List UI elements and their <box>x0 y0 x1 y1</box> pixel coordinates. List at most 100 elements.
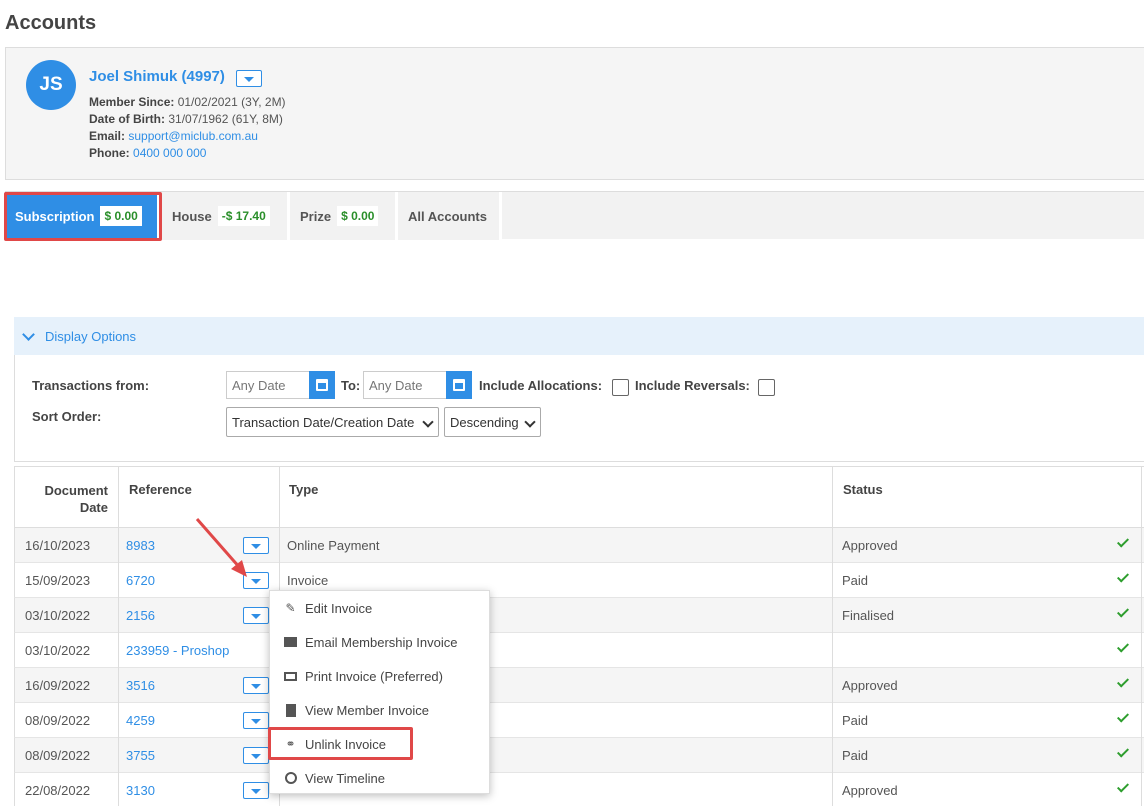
menu-item-view-timeline[interactable]: View Timeline <box>270 761 489 795</box>
tab-subscription[interactable]: Subscription $ 0.00 <box>5 192 160 240</box>
phone-link[interactable]: 0400 000 000 <box>133 146 206 160</box>
table-row: 16/09/2022 3516 Approved <box>14 668 1144 703</box>
member-name-link[interactable]: Joel Shimuk (4997) <box>89 68 225 85</box>
menu-item-edit-invoice[interactable]: ✎ Edit Invoice <box>270 591 489 625</box>
dob-line: Date of Birth: 31/07/1962 (61Y, 8M) <box>89 112 283 126</box>
check-icon <box>1116 745 1130 758</box>
row-actions-dropdown[interactable] <box>243 677 269 694</box>
chevron-down-icon <box>251 788 261 794</box>
chevron-down-icon <box>22 327 35 341</box>
envelope-icon <box>284 636 297 648</box>
member-card: JS Joel Shimuk (4997) Member Since: 01/0… <box>5 47 1144 180</box>
calendar-icon <box>316 379 328 391</box>
row-actions-dropdown[interactable] <box>243 712 269 729</box>
table-row: 03/10/2022 233959 - Proshop <box>14 633 1144 668</box>
row-reference-link[interactable]: 3516 <box>126 668 155 703</box>
chevron-down-icon <box>251 718 261 724</box>
tab-prize[interactable]: Prize $ 0.00 <box>290 192 398 240</box>
row-document-date: 15/09/2023 <box>25 573 91 588</box>
row-reference-link[interactable]: 233959 - Proshop <box>126 633 229 668</box>
table-body: 16/10/2023 8983 Online Payment Approved 15/0… <box>14 528 1144 806</box>
column-header-reference[interactable]: Reference <box>119 467 280 529</box>
row-type: Online Payment <box>287 538 380 553</box>
table-row: 16/10/2023 8983 Online Payment Approved <box>14 528 1144 563</box>
clock-icon <box>284 772 297 784</box>
column-header-type[interactable]: Type <box>280 467 833 529</box>
check-icon <box>1116 570 1130 583</box>
menu-item-print-invoice[interactable]: Print Invoice (Preferred) <box>270 659 489 693</box>
check-icon <box>1116 675 1130 688</box>
check-icon <box>1116 640 1130 653</box>
column-header-status[interactable]: Status <box>833 467 1142 529</box>
menu-item-view-member-invoice[interactable]: View Member Invoice <box>270 693 489 727</box>
table-row: 22/08/2022 3130 Approved <box>14 773 1144 806</box>
row-status: Paid <box>842 573 869 588</box>
transactions-table: Document Date Reference Type Status 16/1… <box>14 466 1144 806</box>
row-actions-dropdown[interactable] <box>243 747 269 764</box>
date-from-input[interactable]: Any Date <box>226 371 310 399</box>
table-header: Document Date Reference Type Status <box>14 466 1144 529</box>
check-icon <box>1116 780 1130 793</box>
row-reference-link[interactable]: 3755 <box>126 738 155 773</box>
file-icon <box>284 703 297 717</box>
row-document-date: 03/10/2022 <box>25 608 91 623</box>
date-from-calendar-button[interactable] <box>309 371 335 399</box>
chevron-down-icon <box>524 416 536 428</box>
chevron-down-icon <box>251 613 261 619</box>
include-allocations-checkbox[interactable] <box>612 379 629 396</box>
tab-house[interactable]: House -$ 17.40 <box>162 192 290 240</box>
row-reference-link[interactable]: 8983 <box>126 528 155 563</box>
column-header-date[interactable]: Document Date <box>15 467 119 529</box>
chevron-down-icon <box>244 76 254 82</box>
row-document-date: 03/10/2022 <box>25 643 91 658</box>
date-to-calendar-button[interactable] <box>446 371 472 399</box>
chevron-down-icon <box>251 683 261 689</box>
check-icon <box>1116 710 1130 723</box>
row-reference-link[interactable]: 3130 <box>126 773 155 806</box>
member-since-line: Member Since: 01/02/2021 (3Y, 2M) <box>89 95 286 109</box>
print-icon <box>284 670 297 682</box>
row-status: Approved <box>842 678 898 693</box>
menu-item-email-membership-invoice[interactable]: Email Membership Invoice <box>270 625 489 659</box>
page-title: Accounts <box>5 12 97 34</box>
row-document-date: 16/09/2022 <box>25 678 91 693</box>
include-reversals-checkbox[interactable] <box>758 379 775 396</box>
row-status: Paid <box>842 748 869 763</box>
invoice-context-menu: ✎ Edit Invoice Email Membership Invoice … <box>269 590 490 794</box>
pencil-icon: ✎ <box>285 601 296 615</box>
check-icon <box>1116 535 1130 548</box>
sort-direction-select[interactable]: Descending <box>444 407 541 437</box>
row-reference-link[interactable]: 2156 <box>126 598 155 633</box>
house-balance: -$ 17.40 <box>217 206 270 226</box>
display-options-toggle[interactable]: Display Options <box>14 317 1144 355</box>
member-actions-dropdown[interactable] <box>236 70 262 87</box>
chevron-down-icon <box>422 416 434 428</box>
link-icon: ⚭ <box>285 737 296 751</box>
phone-line: Phone: 0400 000 000 <box>89 146 207 160</box>
menu-item-unlink-invoice[interactable]: ⚭ Unlink Invoice <box>270 727 489 761</box>
email-link[interactable]: support@miclub.com.au <box>128 129 258 143</box>
table-row: 15/09/2023 6720 Invoice Paid <box>14 563 1144 598</box>
include-allocations-label: Include Allocations: <box>479 378 603 393</box>
include-reversals-label: Include Reversals: <box>635 378 750 393</box>
filter-panel: Transactions from: Any Date To: Any Date… <box>14 355 1144 462</box>
account-tabs: Subscription $ 0.00 House -$ 17.40 Prize… <box>5 191 1144 240</box>
row-actions-dropdown[interactable] <box>243 572 269 589</box>
table-row: 08/09/2022 3755 Paid <box>14 738 1144 773</box>
row-reference-link[interactable]: 4259 <box>126 703 155 738</box>
row-actions-dropdown[interactable] <box>243 607 269 624</box>
row-status: Finalised <box>842 608 895 623</box>
row-document-date: 22/08/2022 <box>25 783 91 798</box>
avatar: JS <box>26 60 76 110</box>
tab-all-accounts[interactable]: All Accounts <box>398 192 502 240</box>
date-to-input[interactable]: Any Date <box>363 371 447 399</box>
transactions-from-label: Transactions from: <box>32 378 150 393</box>
check-icon <box>1116 605 1130 618</box>
sort-field-select[interactable]: Transaction Date/Creation Date <box>226 407 439 437</box>
row-reference-link[interactable]: 6720 <box>126 563 155 598</box>
chevron-down-icon <box>251 753 261 759</box>
chevron-down-icon <box>251 578 261 584</box>
row-actions-dropdown[interactable] <box>243 782 269 799</box>
row-actions-dropdown[interactable] <box>243 537 269 554</box>
row-status: Approved <box>842 783 898 798</box>
